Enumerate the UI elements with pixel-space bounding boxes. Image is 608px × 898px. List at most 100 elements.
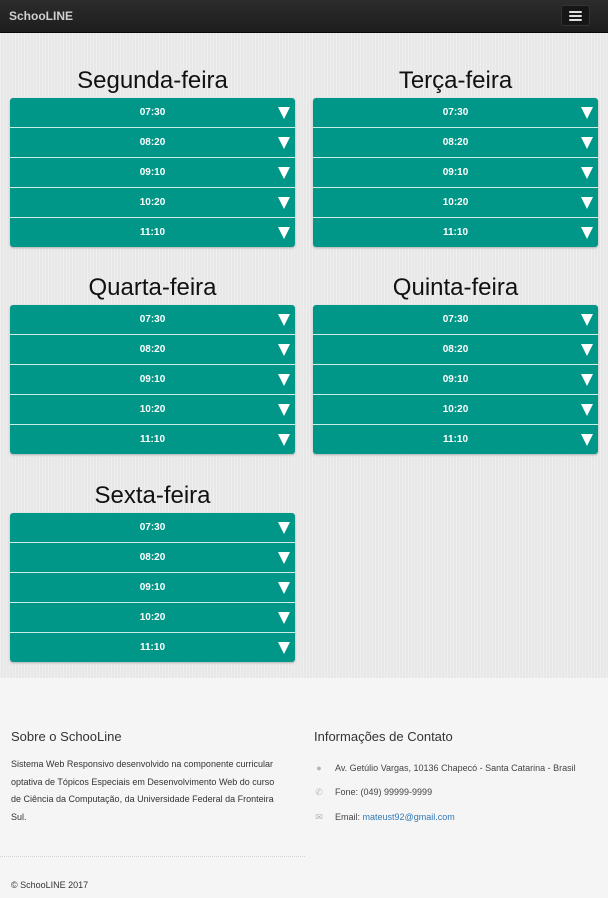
day-title: Quarta-feira: [88, 274, 217, 301]
caret-down-icon: [278, 167, 290, 179]
contact-title: Informações de Contato: [314, 729, 453, 744]
caret-down-icon: [278, 522, 290, 534]
time-slot-label: 07:30: [139, 107, 166, 118]
time-slot-toggle[interactable]: 08:20: [313, 335, 598, 365]
caret-down-icon: [278, 642, 290, 654]
time-slot-label: 07:30: [139, 522, 166, 533]
time-slot-label: 08:20: [442, 137, 469, 148]
about-title: Sobre o SchooLine: [11, 729, 122, 744]
time-slot-toggle[interactable]: 07:30: [10, 98, 295, 128]
time-slot-toggle[interactable]: 11:10: [10, 425, 295, 454]
caret-down-icon: [278, 612, 290, 624]
time-slot-toggle[interactable]: 09:10: [10, 365, 295, 395]
time-slot-toggle[interactable]: 07:30: [10, 305, 295, 335]
time-slot-list: 07:30 08:20 09:10 10:20 11:10: [313, 305, 598, 454]
caret-down-icon: [278, 314, 290, 326]
day-block: Quarta-feira 07:30 08:20 09:10 10:20 11:10: [10, 271, 295, 454]
schedule-area: Segunda-feira 07:30 08:20 09:10 10:20 11:10 Te…: [0, 33, 608, 678]
caret-down-icon: [581, 434, 593, 446]
time-slot-toggle[interactable]: 09:10: [313, 365, 598, 395]
contact-email: ✉ Email: mateust92@gmail.com: [314, 812, 455, 823]
address-text: Av. Getúlio Vargas, 10136 Chapecó - Sant…: [335, 763, 576, 773]
time-slot-label: 10:20: [139, 404, 166, 415]
time-slot-toggle[interactable]: 08:20: [10, 335, 295, 365]
email-link[interactable]: mateust92@gmail.com: [363, 812, 455, 822]
caret-down-icon: [581, 227, 593, 239]
footer: Sobre o SchooLine Sistema Web Responsivo…: [0, 678, 608, 898]
time-slot-list: 07:30 08:20 09:10 10:20 11:10: [10, 98, 295, 247]
day-title: Segunda-feira: [77, 67, 228, 94]
time-slot-toggle[interactable]: 07:30: [10, 513, 295, 543]
time-slot-toggle[interactable]: 11:10: [10, 633, 295, 662]
email-label: Email:: [335, 812, 361, 822]
time-slot-label: 09:10: [139, 374, 166, 385]
time-slot-list: 07:30 08:20 09:10 10:20 11:10: [10, 305, 295, 454]
time-slot-label: 11:10: [442, 227, 469, 238]
time-slot-toggle[interactable]: 07:30: [313, 305, 598, 335]
menu-toggle-button[interactable]: [561, 5, 590, 26]
caret-down-icon: [278, 404, 290, 416]
day-block: Sexta-feira 07:30 08:20 09:10 10:20 11:10: [10, 479, 295, 662]
caret-down-icon: [581, 167, 593, 179]
caret-down-icon: [278, 582, 290, 594]
time-slot-label: 10:20: [139, 612, 166, 623]
time-slot-label: 11:10: [139, 434, 166, 445]
brand-logo[interactable]: SchooLINE: [9, 9, 73, 23]
map-marker-icon: ●: [316, 763, 322, 773]
time-slot-toggle[interactable]: 10:20: [313, 395, 598, 425]
time-slot-label: 10:20: [442, 197, 469, 208]
time-slot-toggle[interactable]: 09:10: [10, 573, 295, 603]
about-text: Sistema Web Responsivo desenvolvido na c…: [11, 759, 275, 822]
caret-down-icon: [278, 374, 290, 386]
caret-down-icon: [581, 404, 593, 416]
time-slot-toggle[interactable]: 10:20: [10, 603, 295, 633]
day-title: Quinta-feira: [392, 274, 519, 301]
time-slot-label: 08:20: [139, 552, 166, 563]
caret-down-icon: [278, 344, 290, 356]
caret-down-icon: [278, 227, 290, 239]
time-slot-label: 10:20: [442, 404, 469, 415]
contact-phone: ✆ Fone: (049) 99999-9999: [314, 787, 432, 798]
caret-down-icon: [581, 197, 593, 209]
time-slot-toggle[interactable]: 10:20: [313, 188, 598, 218]
time-slot-toggle[interactable]: 08:20: [313, 128, 598, 158]
day-block: Segunda-feira 07:30 08:20 09:10 10:20 11:10: [10, 64, 295, 247]
time-slot-toggle[interactable]: 08:20: [10, 128, 295, 158]
time-slot-toggle[interactable]: 10:20: [10, 188, 295, 218]
phone-icon: ✆: [315, 787, 323, 797]
time-slot-label: 09:10: [139, 167, 166, 178]
time-slot-label: 10:20: [139, 197, 166, 208]
day-block: Quinta-feira 07:30 08:20 09:10 10:20 11:10: [313, 271, 598, 454]
footer-divider: [0, 856, 305, 857]
time-slot-toggle[interactable]: 09:10: [10, 158, 295, 188]
time-slot-toggle[interactable]: 11:10: [313, 425, 598, 454]
time-slot-label: 08:20: [442, 344, 469, 355]
time-slot-toggle[interactable]: 10:20: [10, 395, 295, 425]
time-slot-label: 09:10: [139, 582, 166, 593]
caret-down-icon: [278, 137, 290, 149]
time-slot-label: 07:30: [442, 314, 469, 325]
time-slot-label: 11:10: [139, 227, 166, 238]
caret-down-icon: [581, 314, 593, 326]
caret-down-icon: [581, 107, 593, 119]
copyright-text: © SchooLINE 2017: [11, 880, 89, 890]
time-slot-toggle[interactable]: 11:10: [10, 218, 295, 247]
top-navbar: SchooLINE: [0, 0, 608, 33]
time-slot-toggle[interactable]: 08:20: [10, 543, 295, 573]
time-slot-list: 07:30 08:20 09:10 10:20 11:10: [10, 513, 295, 662]
time-slot-label: 08:20: [139, 344, 166, 355]
phone-text: Fone: (049) 99999-9999: [335, 787, 433, 797]
day-title: Sexta-feira: [94, 482, 211, 509]
time-slot-list: 07:30 08:20 09:10 10:20 11:10: [313, 98, 598, 247]
time-slot-label: 11:10: [442, 434, 469, 445]
day-title: Terça-feira: [398, 67, 513, 94]
caret-down-icon: [278, 197, 290, 209]
time-slot-toggle[interactable]: 07:30: [313, 98, 598, 128]
time-slot-label: 09:10: [442, 167, 469, 178]
caret-down-icon: [278, 552, 290, 564]
time-slot-toggle[interactable]: 09:10: [313, 158, 598, 188]
caret-down-icon: [581, 374, 593, 386]
caret-down-icon: [278, 107, 290, 119]
time-slot-toggle[interactable]: 11:10: [313, 218, 598, 247]
time-slot-label: 07:30: [139, 314, 166, 325]
